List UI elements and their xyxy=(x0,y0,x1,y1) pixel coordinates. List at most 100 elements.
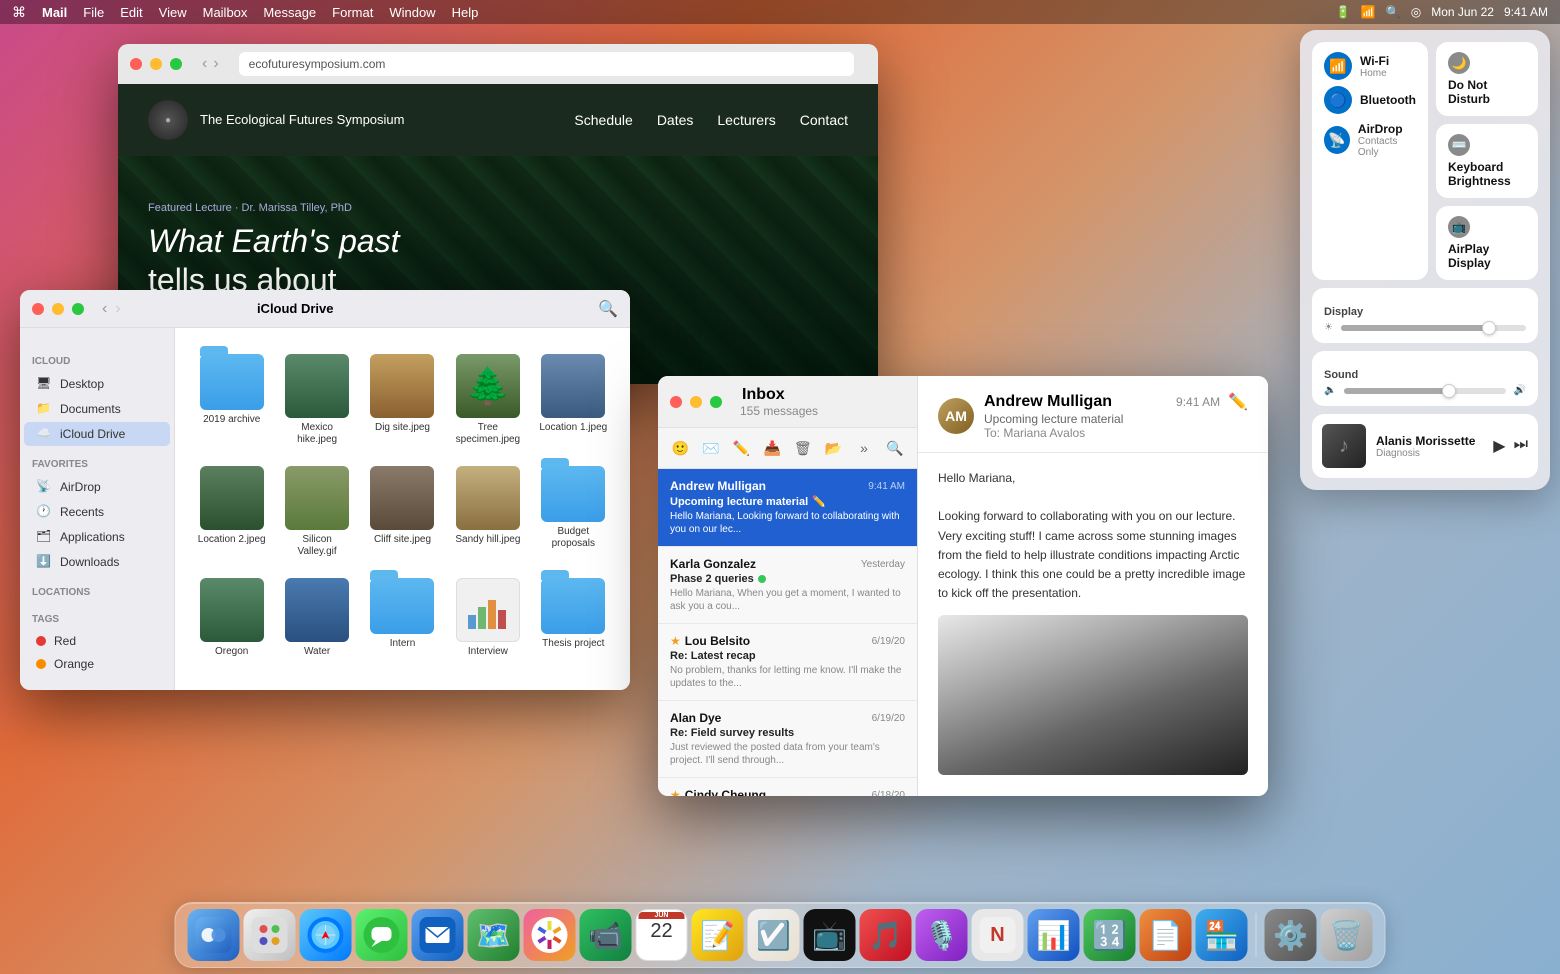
minimize-button[interactable] xyxy=(150,58,162,70)
finder-back-icon[interactable]: ‹ xyxy=(102,300,107,318)
compose-icon[interactable]: 🙂 xyxy=(668,434,693,462)
file-item-siliconvalley[interactable]: Silicon Valley.gif xyxy=(278,460,355,564)
brightness-slider[interactable] xyxy=(1341,325,1526,331)
sidebar-item-recents[interactable]: 🕐 Recents xyxy=(24,500,170,524)
mail-maximize[interactable] xyxy=(710,396,722,408)
dock-mail[interactable] xyxy=(412,909,464,961)
file-item-sandyhill[interactable]: Sandy hill.jpeg xyxy=(449,460,526,564)
mail-item-4[interactable]: Alan Dye 6/19/20 Re: Field survey result… xyxy=(658,701,917,778)
volume-slider[interactable] xyxy=(1344,388,1505,394)
sidebar-item-downloads[interactable]: ⬇️ Downloads xyxy=(24,550,170,574)
nav-lecturers[interactable]: Lecturers xyxy=(717,112,775,128)
dock-finder[interactable] xyxy=(188,909,240,961)
file-item-budget[interactable]: Budget proposals xyxy=(535,460,612,564)
reply-icon[interactable]: ✏️ xyxy=(1228,392,1248,412)
file-item-water[interactable]: Water xyxy=(278,572,355,664)
sidebar-item-icloud-drive[interactable]: ☁️ iCloud Drive xyxy=(24,422,170,446)
dock-launchpad[interactable] xyxy=(244,909,296,961)
dock-reminders[interactable]: ☑️ xyxy=(748,909,800,961)
back-icon[interactable]: ‹ xyxy=(202,55,207,73)
dock-calendar[interactable]: JUN 22 xyxy=(636,909,688,961)
menu-mailbox[interactable]: Mailbox xyxy=(203,5,248,20)
file-item-cliffsite[interactable]: Cliff site.jpeg xyxy=(364,460,441,564)
mail-item-1[interactable]: Andrew Mulligan 9:41 AM Upcoming lecture… xyxy=(658,469,917,547)
dock-sysprefs[interactable]: ⚙️ xyxy=(1265,909,1317,961)
browser-url-bar[interactable]: ecofuturesymposium.com xyxy=(239,52,854,76)
maximize-button[interactable] xyxy=(170,58,182,70)
cc-card-airplay[interactable]: 📺 AirPlay Display xyxy=(1436,206,1538,280)
mail-item-3[interactable]: ★ Lou Belsito 6/19/20 Re: Latest recap N… xyxy=(658,624,917,701)
sidebar-item-desktop[interactable]: 🖥 Desktop xyxy=(24,372,170,396)
move-icon[interactable]: 📂 xyxy=(821,434,846,462)
dock-pages[interactable]: 📄 xyxy=(1140,909,1192,961)
forward-icon[interactable]: › xyxy=(213,55,218,73)
nav-contact[interactable]: Contact xyxy=(800,112,848,128)
airdrop-icon-cc[interactable]: 📡 xyxy=(1324,126,1350,154)
file-item-oregon[interactable]: Oregon xyxy=(193,572,270,664)
file-item-location2[interactable]: Location 2.jpeg xyxy=(193,460,270,564)
bluetooth-icon-cc[interactable]: 🔵 xyxy=(1324,86,1352,114)
file-item-thesis[interactable]: Thesis project xyxy=(535,572,612,664)
dock-facetime[interactable]: 📹 xyxy=(580,909,632,961)
menu-file[interactable]: File xyxy=(83,5,104,20)
archive-icon[interactable]: 📥 xyxy=(760,434,785,462)
menu-message[interactable]: Message xyxy=(263,5,316,20)
file-item-digsite[interactable]: Dig site.jpeg xyxy=(364,348,441,452)
dock-safari[interactable] xyxy=(300,909,352,961)
finder-maximize[interactable] xyxy=(72,303,84,315)
dock-appletv[interactable]: 📺 xyxy=(804,909,856,961)
dock-notes[interactable]: 📝 xyxy=(692,909,744,961)
forward-icon-np[interactable]: ⏭ xyxy=(1514,436,1528,456)
finder-close[interactable] xyxy=(32,303,44,315)
finder-search-icon[interactable]: 🔍 xyxy=(598,299,618,319)
delete-icon[interactable]: 🗑 xyxy=(791,434,816,462)
mail-close[interactable] xyxy=(670,396,682,408)
sidebar-item-applications[interactable]: 🗂 Applications xyxy=(24,525,170,549)
mail-minimize[interactable] xyxy=(690,396,702,408)
dock-numbers[interactable]: 🔢 xyxy=(1084,909,1136,961)
volume-thumb[interactable] xyxy=(1442,384,1456,398)
dock-messages[interactable] xyxy=(356,909,408,961)
dock-music[interactable]: 🎵 xyxy=(860,909,912,961)
dock-trash[interactable]: 🗑️ xyxy=(1321,909,1373,961)
search-mail-icon[interactable]: 🔍 xyxy=(882,434,907,462)
file-item-mexico[interactable]: Mexico hike.jpeg xyxy=(278,348,355,452)
dock-maps[interactable]: 🗺️ xyxy=(468,909,520,961)
mail-item-2[interactable]: Karla Gonzalez Yesterday Phase 2 queries… xyxy=(658,547,917,624)
siri-icon[interactable]: ◎ xyxy=(1411,5,1421,19)
finder-minimize[interactable] xyxy=(52,303,64,315)
file-item-location1[interactable]: Location 1.jpeg xyxy=(535,348,612,452)
more-icon[interactable]: » xyxy=(852,434,877,462)
menu-format[interactable]: Format xyxy=(332,5,373,20)
cc-card-dnd[interactable]: 🌙 Do Not Disturb xyxy=(1436,42,1538,116)
play-icon[interactable]: ▶ xyxy=(1493,436,1505,456)
menu-view[interactable]: View xyxy=(159,5,187,20)
menu-edit[interactable]: Edit xyxy=(120,5,142,20)
brightness-thumb[interactable] xyxy=(1482,321,1496,335)
dock-appstore[interactable]: 🏪 xyxy=(1196,909,1248,961)
menu-help[interactable]: Help xyxy=(452,5,479,20)
mail-item-5[interactable]: ★ Cindy Cheung 6/18/20 Project timeline … xyxy=(658,778,917,796)
nav-dates[interactable]: Dates xyxy=(657,112,694,128)
sidebar-item-tag-red[interactable]: Red xyxy=(24,630,170,652)
sidebar-item-airdrop[interactable]: 📡 AirDrop xyxy=(24,475,170,499)
wifi-icon-cc[interactable]: 📶 xyxy=(1324,52,1352,80)
dock-keynote[interactable]: 📊 xyxy=(1028,909,1080,961)
dock-podcasts[interactable]: 🎙️ xyxy=(916,909,968,961)
active-app[interactable]: Mail xyxy=(42,5,67,20)
file-item-interview[interactable]: Interview xyxy=(449,572,526,664)
menu-window[interactable]: Window xyxy=(389,5,435,20)
dock-news[interactable]: N xyxy=(972,909,1024,961)
dock-photos[interactable] xyxy=(524,909,576,961)
sidebar-item-tag-orange[interactable]: Orange xyxy=(24,653,170,675)
edit-icon[interactable]: ✏️ xyxy=(729,434,754,462)
file-item-intern[interactable]: Intern xyxy=(364,572,441,664)
file-item-2019-archive[interactable]: 2019 archive xyxy=(193,348,270,452)
nav-schedule[interactable]: Schedule xyxy=(574,112,632,128)
finder-forward-icon[interactable]: › xyxy=(115,300,120,318)
apple-menu[interactable]: ⌘ xyxy=(12,4,26,21)
file-item-tree[interactable]: 🌲 Tree specimen.jpeg xyxy=(449,348,526,452)
cc-card-keyboard[interactable]: ⌨️ Keyboard Brightness xyxy=(1436,124,1538,198)
search-icon[interactable]: 🔍 xyxy=(1386,5,1401,19)
sidebar-item-documents[interactable]: 📁 Documents xyxy=(24,397,170,421)
